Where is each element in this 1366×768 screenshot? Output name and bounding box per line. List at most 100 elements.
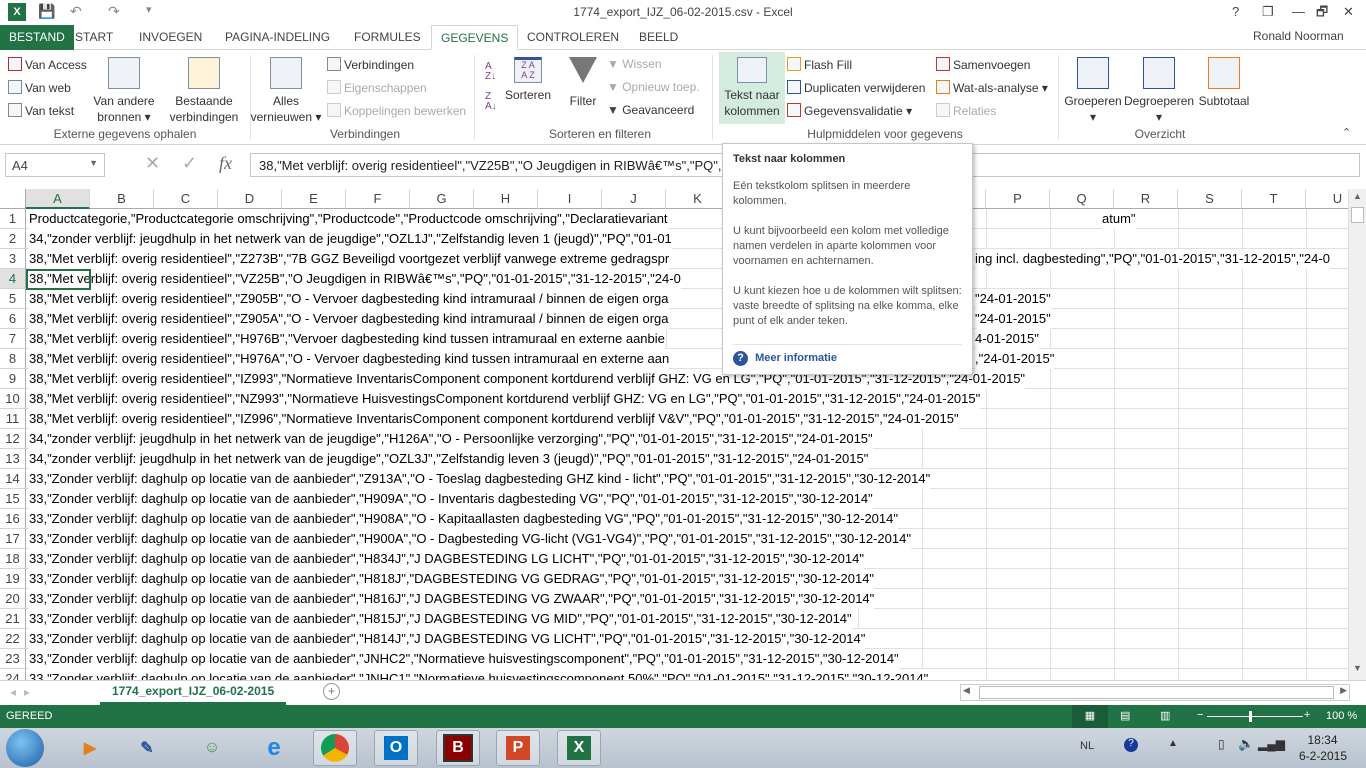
clock-date[interactable]: 6-2-2015 [1294, 749, 1352, 763]
zoom-slider[interactable] [1207, 716, 1303, 717]
cell-a-row-10[interactable]: 38,"Met verblijf: overig residentieel","… [29, 389, 981, 409]
wat-als-analyse-button[interactable]: Wat-als-analyse ▾ [936, 80, 1048, 95]
add-sheet-icon[interactable]: + [323, 683, 340, 700]
tab-pagina-indeling[interactable]: PAGINA-INDELING [216, 25, 339, 50]
duplicaten-verwijderen-button[interactable]: Duplicaten verwijderen [787, 80, 925, 95]
cell-a-row-15[interactable]: 33,"Zonder verblijf: daghulp op locatie … [29, 489, 873, 509]
row-header[interactable]: 12 [0, 429, 26, 449]
tab-formules[interactable]: FORMULES [345, 25, 430, 50]
gegevensvalidatie-button[interactable]: Gegevensvalidatie ▾ [787, 103, 912, 118]
verbindingen-button[interactable]: Verbindingen [327, 57, 414, 72]
sheet-tab-active[interactable]: 1774_export_IJZ_06-02-2015 [100, 680, 287, 705]
cancel-icon[interactable]: ✕ [145, 153, 160, 174]
tray-help-icon[interactable]: ? [1124, 738, 1138, 752]
row-header[interactable]: 17 [0, 529, 26, 549]
taskbar-powerpoint-icon[interactable]: P [496, 730, 540, 766]
page-layout-view-icon[interactable]: ▤ [1120, 709, 1130, 722]
horizontal-scrollbar[interactable]: ◀ ▶ [960, 684, 1350, 701]
cell-a-row-7[interactable]: 38,"Met verblijf: overig residentieel","… [29, 329, 665, 349]
cell-a-row-4[interactable]: 38,"Met verblijf: overig residentieel","… [29, 269, 681, 289]
prev-sheet-icon[interactable]: ◂ [10, 685, 16, 699]
taskbar-outlook-icon[interactable]: O [374, 730, 418, 766]
row-header[interactable]: 2 [0, 229, 26, 249]
groeperen-button[interactable]: Groeperen ▾ [1062, 57, 1124, 125]
cell-a-row-16[interactable]: 33,"Zonder verblijf: daghulp op locatie … [29, 509, 898, 529]
network-icon[interactable]: ▂▄▆ [1258, 737, 1285, 751]
zoom-slider-thumb[interactable] [1249, 711, 1252, 722]
zoom-out-icon[interactable]: − [1197, 709, 1203, 721]
scroll-left-icon[interactable]: ◀ [963, 685, 970, 696]
close-icon[interactable]: ✕ [1343, 4, 1354, 20]
geavanceerd-button[interactable]: ▼ Geavanceerd [607, 103, 694, 117]
row-header[interactable]: 23 [0, 649, 26, 669]
cell-a-row-12[interactable]: 34,"zonder verblijf: jeugdhulp in het ne… [29, 429, 873, 449]
start-button[interactable] [6, 729, 44, 767]
user-name[interactable]: Ronald Noorman [1253, 29, 1344, 43]
tekst-naar-kolommen-button[interactable]: Tekst naar kolommen [719, 52, 785, 124]
taskbar-user-tool-icon[interactable]: ✎ [125, 730, 169, 766]
clock-time[interactable]: 18:34 [1300, 733, 1345, 747]
tab-gegevens[interactable]: GEGEVENS [431, 25, 519, 50]
row-header[interactable]: 16 [0, 509, 26, 529]
cell-a-row-6[interactable]: 38,"Met verblijf: overig residentieel","… [29, 309, 669, 329]
vertical-scrollbar[interactable]: ▲ ▼ [1348, 189, 1366, 680]
page-break-view-icon[interactable]: ▥ [1160, 709, 1170, 722]
eigenschappen-button[interactable]: Eigenschappen [327, 80, 427, 95]
battery-icon[interactable]: ▯ [1218, 737, 1225, 751]
cell-a-row-20[interactable]: 33,"Zonder verblijf: daghulp op locatie … [29, 589, 875, 609]
samenvoegen-button[interactable]: Samenvoegen [936, 57, 1030, 72]
volume-icon[interactable]: 🔈 [1238, 736, 1254, 752]
minimize-icon[interactable]: — [1292, 4, 1305, 19]
van-web-button[interactable]: Van web [8, 80, 71, 95]
opnieuw-toepassen-button[interactable]: ▼ Opnieuw toep. [607, 80, 700, 94]
enter-icon[interactable]: ✓ [182, 153, 197, 174]
cell-a-row-22[interactable]: 33,"Zonder verblijf: daghulp op locatie … [29, 629, 866, 649]
language-indicator[interactable]: NL [1080, 740, 1094, 752]
tab-start[interactable]: START [66, 25, 122, 50]
column-header-t[interactable]: T [1242, 189, 1306, 209]
insert-function-icon[interactable]: fx [219, 153, 232, 174]
bestaande-verbindingen-button[interactable]: Bestaande verbindingen [166, 57, 242, 125]
cell-a-row-24[interactable]: 33,"Zonder verblijf: daghulp op locatie … [29, 669, 929, 680]
row-header[interactable]: 24 [0, 669, 26, 680]
restore-icon[interactable]: 🗗 [1316, 3, 1328, 25]
cell-a-row-3[interactable]: 38,"Met verblijf: overig residentieel","… [29, 249, 670, 269]
row-header[interactable]: 1 [0, 209, 26, 229]
scroll-up-icon[interactable]: ▲ [1350, 191, 1365, 206]
sort-za-icon[interactable]: Z A↓ [485, 92, 497, 112]
next-sheet-icon[interactable]: ▸ [24, 685, 30, 699]
cell-a-row-5[interactable]: 38,"Met verblijf: overig residentieel","… [29, 289, 669, 309]
column-header-f[interactable]: F [346, 189, 410, 209]
row-header[interactable]: 11 [0, 409, 26, 429]
taskbar-chrome-icon[interactable] [313, 730, 357, 766]
row-header[interactable]: 7 [0, 329, 26, 349]
cell-a-row-14[interactable]: 33,"Zonder verblijf: daghulp op locatie … [29, 469, 931, 489]
vertical-scroll-thumb[interactable] [1351, 207, 1364, 223]
cell-a-row-1[interactable]: Productcategorie,"Productcategorie omsch… [29, 209, 668, 229]
row-header[interactable]: 20 [0, 589, 26, 609]
row-header[interactable]: 15 [0, 489, 26, 509]
select-all-corner[interactable] [0, 189, 26, 209]
row-header[interactable]: 5 [0, 289, 26, 309]
taskbar-internet-explorer-icon[interactable]: e [252, 730, 296, 766]
filter-button[interactable]: Filter [562, 57, 604, 109]
ribbon-display-icon[interactable]: ❐ [1262, 4, 1274, 20]
van-tekst-button[interactable]: Van tekst [8, 103, 74, 118]
tab-beeld[interactable]: BEELD [630, 25, 687, 50]
row-header[interactable]: 18 [0, 549, 26, 569]
name-box[interactable]: A4 ▼ [5, 153, 105, 177]
row-header[interactable]: 4 [0, 269, 26, 289]
van-access-button[interactable]: Van Access [8, 57, 87, 72]
alles-vernieuwen-button[interactable]: Alles vernieuwen ▾ [250, 57, 322, 125]
row-header[interactable]: 8 [0, 349, 26, 369]
normal-view-icon[interactable]: ▦ [1072, 705, 1108, 728]
collapse-ribbon-icon[interactable]: ⌃ [1342, 126, 1351, 139]
row-header[interactable]: 21 [0, 609, 26, 629]
column-header-k[interactable]: K [666, 189, 730, 209]
row-header[interactable]: 22 [0, 629, 26, 649]
taskbar-excel-icon[interactable]: X [557, 730, 601, 766]
column-header-s[interactable]: S [1178, 189, 1242, 209]
tab-controleren[interactable]: CONTROLEREN [518, 25, 628, 50]
scroll-down-icon[interactable]: ▼ [1350, 663, 1365, 678]
relaties-button[interactable]: Relaties [936, 103, 996, 118]
